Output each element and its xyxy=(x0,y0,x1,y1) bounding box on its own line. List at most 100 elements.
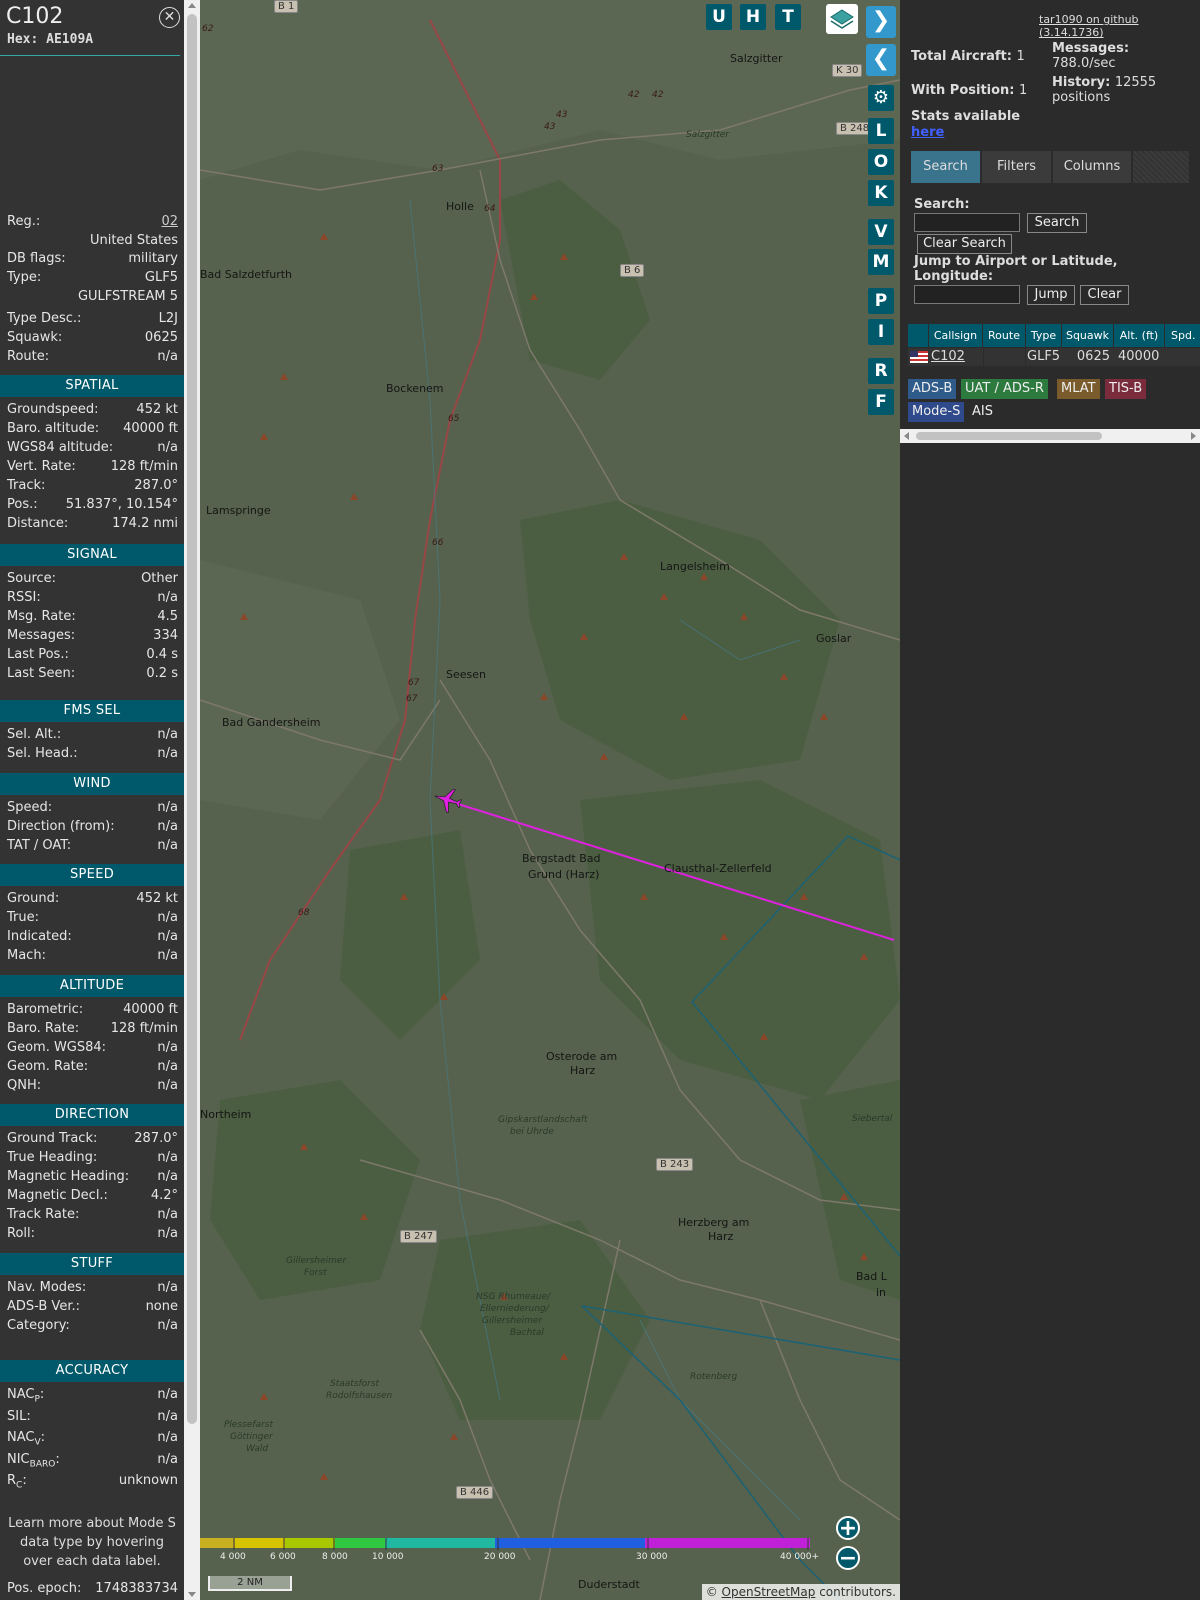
signal-row: Msg. Rate: 4.5 xyxy=(7,608,178,626)
altitude-row: QNH: n/a xyxy=(7,1077,178,1095)
altitude-label: Geom. WGS84: xyxy=(7,1040,107,1055)
badge-tisb[interactable]: TIS-B xyxy=(1105,379,1147,399)
signal-row: Last Pos.: 0.4 s xyxy=(7,646,178,664)
column-header-route[interactable]: Route xyxy=(983,324,1026,347)
map-button-i[interactable]: I xyxy=(868,319,894,345)
spatial-row: WGS84 altitude: n/a xyxy=(7,439,178,457)
map-button-p[interactable]: P xyxy=(868,288,894,314)
signal-value: n/a xyxy=(157,590,178,605)
right-sidebar: tar1090 on github (3.14.1736) Total Airc… xyxy=(900,0,1200,1600)
speed-label: Mach: xyxy=(7,948,46,963)
scroll-up-icon[interactable] xyxy=(188,3,196,8)
layers-icon[interactable] xyxy=(826,4,858,34)
map-area-label: Gipskarstlandschaft xyxy=(498,1115,588,1125)
accuracy-label: NACV: xyxy=(7,1430,46,1448)
section-direction: DIRECTION xyxy=(0,1104,184,1126)
column-header-callsign[interactable]: Callsign xyxy=(929,324,983,347)
map-button-r[interactable]: R xyxy=(868,358,894,384)
fmssel-row: Sel. Head.: n/a xyxy=(7,745,178,763)
badge-ais[interactable]: AIS xyxy=(968,402,997,422)
zoom-in-button[interactable]: + xyxy=(836,1516,860,1540)
map-button-h[interactable]: H xyxy=(740,4,766,30)
spatial-label: Groundspeed: xyxy=(7,402,99,417)
spatial-row: Baro. altitude: 40000 ft xyxy=(7,420,178,438)
road-number-label: 65 xyxy=(448,414,460,424)
column-header-speed[interactable]: Spd. xyxy=(1165,324,1200,347)
column-header-flag[interactable] xyxy=(908,324,929,347)
clear-search-button[interactable]: Clear Search xyxy=(917,234,1012,254)
zoom-out-button[interactable]: − xyxy=(836,1546,860,1570)
signal-label: Messages: xyxy=(7,628,76,643)
next-aircraft-button[interactable]: ❯ xyxy=(866,6,896,38)
map-button-v[interactable]: V xyxy=(868,219,894,245)
accuracy-row: NACP: n/a xyxy=(7,1386,178,1405)
column-header-type[interactable]: Type xyxy=(1026,324,1062,347)
spatial-value: 51.837°, 10.154° xyxy=(65,497,178,512)
accuracy-row: RC: unknown xyxy=(7,1472,178,1491)
map-area-label: Forst xyxy=(304,1268,327,1278)
road-label: B 1 xyxy=(274,0,299,13)
map-button-f[interactable]: F xyxy=(868,389,894,415)
road-number-label: 42 xyxy=(628,90,640,100)
search-button[interactable]: Search xyxy=(1027,213,1087,233)
map-button-o[interactable]: O xyxy=(868,149,894,175)
badge-mlat[interactable]: MLAT xyxy=(1057,379,1100,399)
horizontal-scrollbar-thumb[interactable] xyxy=(916,432,1102,440)
reg-link[interactable]: 02 xyxy=(161,213,178,231)
info-scrollbar[interactable] xyxy=(184,0,200,1600)
info-reg-row: Reg.: 02 xyxy=(7,213,178,231)
close-icon[interactable]: ✕ xyxy=(159,7,180,28)
fmssel-row: Sel. Alt.: n/a xyxy=(7,726,178,744)
badge-adsb[interactable]: ADS-B xyxy=(908,379,957,399)
tab-filters[interactable]: Filters xyxy=(982,151,1051,183)
map-area-label: Plessefarst xyxy=(224,1420,273,1430)
wind-row: Speed: n/a xyxy=(7,799,178,817)
scroll-right-icon[interactable] xyxy=(1191,432,1196,440)
spatial-row: Distance: 174.2 nmi xyxy=(7,515,178,533)
map-button-u[interactable]: U xyxy=(706,4,732,30)
clear-button[interactable]: Clear xyxy=(1080,285,1129,305)
spatial-value: 40000 ft xyxy=(123,421,178,436)
tab-search[interactable]: Search xyxy=(911,151,980,183)
map-button-m[interactable]: M xyxy=(868,249,894,275)
direction-value: n/a xyxy=(157,1150,178,1165)
tab-columns[interactable]: Columns xyxy=(1053,151,1131,183)
us-flag-icon xyxy=(910,348,929,366)
map-place-label: Salzgitter xyxy=(730,52,783,65)
column-header-alt[interactable]: Alt. (ft) xyxy=(1114,324,1165,347)
map-area-label: Bachtal xyxy=(510,1328,544,1338)
section-altitude: ALTITUDE xyxy=(0,975,184,997)
map-view[interactable]: Salzgitter Holle Bad Salzdetfurth Bockenem L… xyxy=(200,0,900,1600)
osm-link[interactable]: OpenStreetMap xyxy=(722,1585,816,1599)
direction-label: True Heading: xyxy=(7,1150,98,1165)
scroll-left-icon[interactable] xyxy=(904,432,909,440)
signal-value: 0.4 s xyxy=(146,647,178,662)
map-area-label: NSG Rhumeaue/ xyxy=(476,1292,551,1302)
jump-button[interactable]: Jump xyxy=(1027,285,1075,305)
map-place-label: Lamspringe xyxy=(206,504,271,517)
map-button-t[interactable]: T xyxy=(775,4,801,30)
scrollbar-thumb[interactable] xyxy=(187,14,197,1424)
history-stat: History: 12555 positions xyxy=(1052,75,1157,105)
column-header-squawk[interactable]: Squawk xyxy=(1062,324,1114,347)
wind-label: TAT / OAT: xyxy=(7,838,72,853)
accuracy-value: n/a xyxy=(157,1387,178,1402)
map-area-label: Gillersheimer xyxy=(286,1256,347,1266)
badge-modes[interactable]: Mode-S xyxy=(908,402,965,422)
badge-uat[interactable]: UAT / ADS-R xyxy=(961,379,1048,399)
stats-here-link[interactable]: here xyxy=(911,125,944,140)
jump-input[interactable] xyxy=(914,285,1020,304)
row-callsign-link[interactable]: C102 xyxy=(931,348,983,366)
prev-aircraft-button[interactable]: ❮ xyxy=(866,44,896,76)
map-button-k[interactable]: K xyxy=(868,180,894,206)
search-input[interactable] xyxy=(914,213,1020,232)
table-horizontal-scrollbar[interactable] xyxy=(900,429,1200,443)
scroll-down-icon[interactable] xyxy=(188,1592,196,1597)
github-link[interactable]: tar1090 on github (3.14.1736) xyxy=(1039,13,1200,39)
wind-label: Speed: xyxy=(7,800,53,815)
map-area-label: Rotenberg xyxy=(690,1372,738,1382)
settings-gear-icon[interactable]: ⚙ xyxy=(868,85,894,111)
map-button-l[interactable]: L xyxy=(868,118,894,144)
direction-row: Ground Track: 287.0° xyxy=(7,1130,178,1148)
road-number-label: 43 xyxy=(556,110,568,120)
